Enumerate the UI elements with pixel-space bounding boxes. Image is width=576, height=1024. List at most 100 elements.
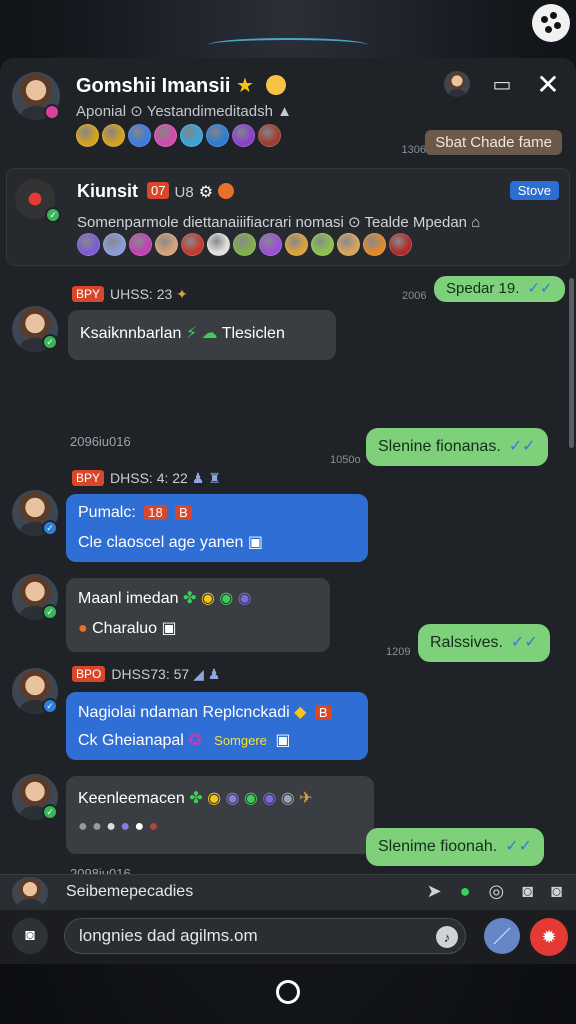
chat-header: Gomshii Imansii ★ Aponial ⊙ Yestandimedi… xyxy=(0,58,576,162)
shield-icon: ◉ xyxy=(207,790,222,807)
sticker-icon: ▣ xyxy=(247,534,264,551)
badge-icon: ◉ xyxy=(219,590,234,607)
timestamp: 1050o xyxy=(330,454,361,466)
message-line: Nagiolai ndaman Replcnckadi ◆ B xyxy=(78,702,332,722)
window-icon[interactable]: ▭ xyxy=(488,70,516,98)
outgoing-message[interactable]: Slenine fionanas. ✓✓ xyxy=(366,428,548,466)
emoji-icon[interactable] xyxy=(180,124,203,147)
outgoing-message[interactable]: Spedar 19. ✓✓ xyxy=(434,276,565,302)
shield-icon: ◉ xyxy=(200,590,215,607)
outgoing-message[interactable]: Slenime fioonah. ✓✓ xyxy=(366,828,544,866)
reaction-icon[interactable]: ● xyxy=(135,818,145,835)
read-check-icon: ✓✓ xyxy=(527,280,553,297)
message-text-2: Cle claoscel age yanen xyxy=(78,534,244,551)
emoji-icon[interactable] xyxy=(77,233,100,256)
leaf-icon: ✦ xyxy=(176,286,188,302)
emoji-icon[interactable] xyxy=(363,233,386,256)
lightning-icon: ⚡ xyxy=(185,325,198,342)
emoji-icon[interactable] xyxy=(259,233,282,256)
face-icon: ● xyxy=(78,620,88,637)
camera-alt-icon[interactable]: ◙ xyxy=(551,881,562,902)
voice-icon[interactable]: ♪ xyxy=(436,926,458,948)
message-line: Ck Gheianapal ✪ Somgere ▣ xyxy=(78,730,290,750)
store-button[interactable]: Stove xyxy=(509,181,559,200)
reaction-icon[interactable]: ● xyxy=(78,818,88,835)
message-input[interactable] xyxy=(64,918,466,954)
send-button[interactable]: ／ xyxy=(484,918,520,954)
emoji-icon[interactable] xyxy=(206,124,229,147)
verified-badge-icon: ✓ xyxy=(42,520,58,536)
settings-button[interactable]: ✹ xyxy=(530,918,568,956)
emoji-icon[interactable] xyxy=(258,124,281,147)
incoming-message[interactable]: Keenleemacen ✤ ◉ ◉ ◉ ◉ ◉ ✈ ● ● ● ● ● ● xyxy=(66,776,374,854)
emoji-icon[interactable] xyxy=(155,233,178,256)
card-title-extra: U8 xyxy=(174,184,194,201)
message-text: Maanl imedan xyxy=(78,590,179,607)
read-check-icon: ✓✓ xyxy=(510,634,538,651)
incoming-message[interactable]: Ksaiknnbarlan ⚡ ☁ Tlesiclen xyxy=(68,310,336,360)
emoji-icon[interactable] xyxy=(103,233,126,256)
incoming-message[interactable]: Nagiolai ndaman Replcnckadi ◆ B Ck Gheia… xyxy=(66,692,368,760)
chat-panel: Gomshii Imansii ★ Aponial ⊙ Yestandimedi… xyxy=(0,58,576,964)
read-check-icon: ✓✓ xyxy=(508,438,536,455)
outgoing-message[interactable]: Ralssives. ✓✓ xyxy=(418,624,550,662)
emoji-icon[interactable] xyxy=(128,124,151,147)
emoji-icon[interactable] xyxy=(337,233,360,256)
camera-button[interactable]: ◙ xyxy=(12,918,48,954)
clover-icon: ✤ xyxy=(182,590,197,607)
pinned-card[interactable]: ✓ Kiunsit 07 U8 ⚙ Somenparmole diettanai… xyxy=(6,168,570,266)
reaction-icon[interactable]: ● xyxy=(120,818,130,835)
chat-topic-chip[interactable]: Sbat Chade fame xyxy=(425,130,562,155)
close-icon[interactable]: ✕ xyxy=(534,69,562,100)
camera-icon[interactable]: ◙ xyxy=(522,881,533,902)
sticker-icon: ▣ xyxy=(275,732,291,749)
message-list[interactable]: 2006 Spedar 19. ✓✓ BPY UHSS: 23 ✦ ✓ Ksaikn… xyxy=(0,272,576,920)
emoji-icon[interactable] xyxy=(76,124,99,147)
emoji-icon[interactable] xyxy=(207,233,230,256)
bell-icon: ▲ xyxy=(277,103,292,120)
toolbar-text: Seibemepecadies xyxy=(66,883,194,900)
arrow-icon[interactable]: ➤ xyxy=(427,881,442,902)
message-text: Nagiolai ndaman Replcnckadi xyxy=(78,704,290,721)
emoji-icon[interactable] xyxy=(389,233,412,256)
figure-icon: ◢ ♟ xyxy=(193,666,221,682)
clover-icon: ✤ xyxy=(189,790,203,807)
emoji-icon[interactable] xyxy=(129,233,152,256)
record-icon[interactable]: ◎ xyxy=(489,881,505,902)
emoji-icon[interactable] xyxy=(232,124,255,147)
figure-icon: ♟ ♜ xyxy=(191,470,221,486)
yellow-tag: Somgere xyxy=(214,733,267,748)
participant-avatar[interactable] xyxy=(444,71,470,97)
top-status-area xyxy=(0,0,576,58)
top-glow xyxy=(208,38,368,52)
toolbar-icons: ➤ ● ◎ ◙ ◙ xyxy=(427,881,562,902)
shield-icon: ◆ xyxy=(294,704,307,721)
emoji-icon[interactable] xyxy=(154,124,177,147)
cloud-icon: ☁ xyxy=(201,325,218,342)
sticker-icon: ▣ xyxy=(161,620,177,637)
sticker-icon[interactable]: ● xyxy=(460,881,471,902)
message-text-2: Charaluo xyxy=(92,620,158,637)
card-tag: 07 xyxy=(147,182,170,199)
incoming-message[interactable]: Maanl imedan ✤ ◉ ◉ ◉ ● Charaluo ▣ xyxy=(66,578,330,652)
badge-icon: ◉ xyxy=(237,590,252,607)
home-indicator[interactable] xyxy=(276,980,300,1004)
scrollbar[interactable] xyxy=(569,278,574,448)
more-dots-button[interactable] xyxy=(532,4,570,42)
emoji-icon[interactable] xyxy=(311,233,334,256)
emoji-icon[interactable] xyxy=(285,233,308,256)
star-icon: ★ xyxy=(236,75,254,97)
reaction-icon[interactable]: ● xyxy=(106,818,116,835)
emoji-icon[interactable] xyxy=(102,124,125,147)
reaction-icon[interactable]: ● xyxy=(149,818,159,835)
message-text: Keenleemacen xyxy=(78,790,185,807)
badge-icon: ◉ xyxy=(225,790,240,807)
status-text: Aponial xyxy=(76,103,127,120)
incoming-message[interactable]: Pumalc: 18 B Cle claoscel age yanen ▣ xyxy=(66,494,368,562)
reaction-icon[interactable]: ● xyxy=(92,818,102,835)
emoji-icon[interactable] xyxy=(233,233,256,256)
home-icon: ⌂ xyxy=(471,214,481,231)
status-dot-icon: ⊙ xyxy=(130,103,143,120)
my-avatar[interactable] xyxy=(12,877,48,909)
emoji-icon[interactable] xyxy=(181,233,204,256)
